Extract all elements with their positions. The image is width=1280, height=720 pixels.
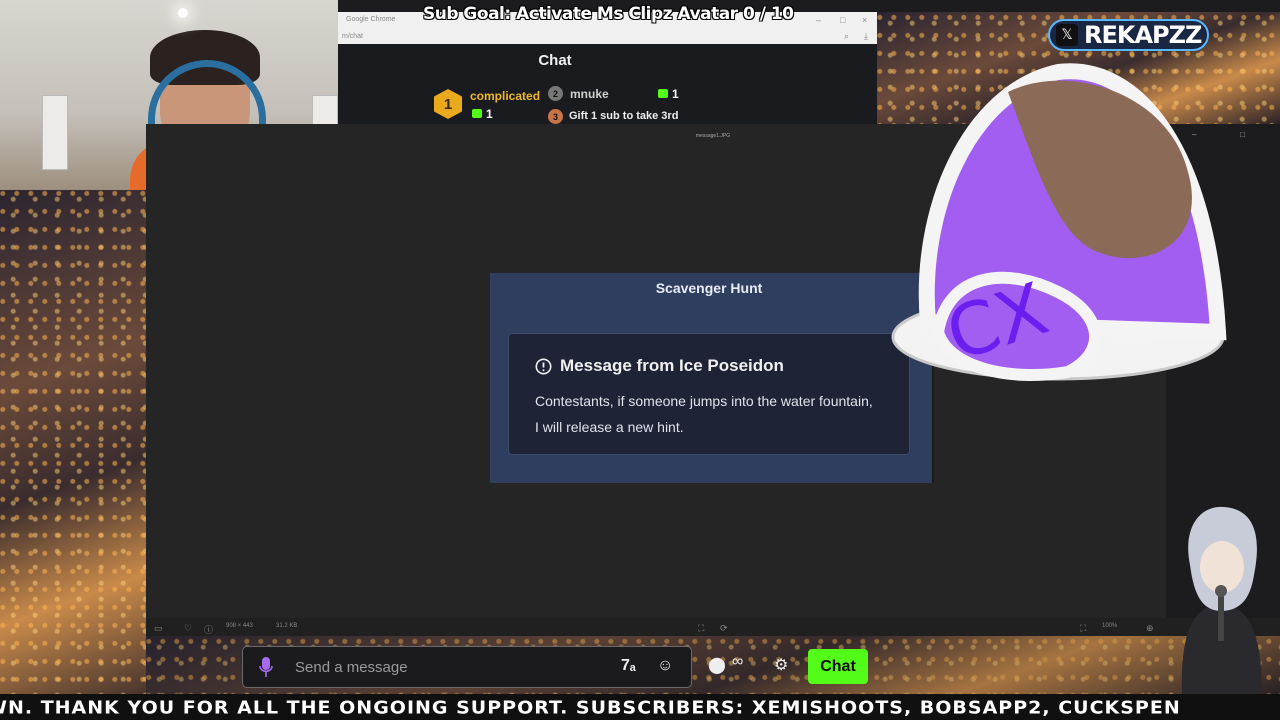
browser-window: Google Chrome m/chat – □ × ⌕ ⤓ Chat 1 co… bbox=[338, 12, 877, 124]
close-icon[interactable]: × bbox=[862, 15, 867, 25]
translate-icon[interactable]: 7ₐ bbox=[621, 657, 636, 675]
viewer-status-bar: ▭ ♡ ⓘ 908 × 443 31.2 KB ⛶ ⟳ ⛶ 100% ⊕ bbox=[146, 618, 1280, 636]
message-heading-text: Message from Ice Poseidon bbox=[560, 356, 784, 375]
image-dimensions: 908 × 443 bbox=[226, 623, 253, 629]
twitter-handle: REKAPZZ bbox=[1084, 21, 1202, 49]
subscriber-ticker: WN. THANK YOU FOR ALL THE ONGOING SUPPOR… bbox=[0, 694, 1280, 720]
leaderboard-count: 1 bbox=[486, 107, 493, 121]
favorite-icon[interactable]: ♡ bbox=[184, 623, 192, 634]
chat-send-button[interactable]: Chat bbox=[808, 649, 868, 684]
vtuber-avatar bbox=[1181, 506, 1262, 695]
leaderboard-count: 1 bbox=[672, 87, 679, 101]
download-icon[interactable]: ⤓ bbox=[864, 31, 868, 42]
crop-icon[interactable]: ⛶ bbox=[698, 623, 704, 634]
modal-title: Scavenger Hunt bbox=[655, 280, 763, 296]
community-icon[interactable]: ⬤ bbox=[708, 655, 726, 675]
ceiling-light bbox=[178, 8, 188, 18]
chat-input[interactable]: Send a message 7ₐ ☺ bbox=[242, 646, 692, 688]
search-icon[interactable]: ⌕ bbox=[844, 31, 849, 42]
rank-1-badge: 1 bbox=[434, 89, 462, 119]
leaderboard-name: complicated bbox=[470, 89, 541, 103]
zoom-in-icon[interactable]: ⊕ bbox=[1146, 623, 1154, 634]
message-body: Contestants, if someone jumps into the w… bbox=[535, 393, 873, 435]
scavenger-hunt-modal: Scavenger Hunt Message from Ice Poseidon… bbox=[490, 273, 934, 483]
gift-icon bbox=[472, 109, 482, 118]
leaderboard-name: mnuke bbox=[570, 87, 609, 101]
leaderboard-prompt: Gift 1 sub to take 3rd bbox=[569, 110, 679, 122]
sub-goal-banner: Sub Goal: Activate Ms Clipz Avatar 0 / 1… bbox=[423, 4, 794, 24]
browser-tab-title[interactable]: Google Chrome bbox=[346, 16, 395, 23]
zoom-level[interactable]: 100% bbox=[1102, 623, 1117, 629]
gift-icon bbox=[658, 89, 668, 98]
viewer-maximize-icon[interactable]: □ bbox=[1240, 130, 1245, 139]
alert-circle-icon bbox=[535, 358, 552, 374]
settings-gear-icon[interactable]: ⚙ bbox=[774, 655, 788, 675]
fit-icon[interactable]: ⛶ bbox=[1080, 623, 1086, 634]
hat-emote: CX bbox=[891, 63, 1227, 381]
thumbnail-icon[interactable]: ▭ bbox=[154, 623, 163, 634]
browser-url[interactable]: m/chat bbox=[342, 33, 363, 40]
maximize-icon[interactable]: □ bbox=[840, 15, 845, 25]
chat-input-placeholder[interactable]: Send a message bbox=[295, 659, 408, 676]
city-background-left bbox=[0, 188, 146, 720]
microphone-icon[interactable] bbox=[259, 657, 273, 677]
infinity-icon[interactable]: ∞ bbox=[732, 653, 743, 671]
image-file-size: 31.2 KB bbox=[276, 623, 298, 629]
emoji-icon[interactable]: ☺ bbox=[657, 657, 673, 675]
x-logo-icon: 𝕏 bbox=[1056, 24, 1078, 46]
message-heading: Message from Ice Poseidon bbox=[535, 356, 784, 376]
stream-frame: Google Chrome m/chat – □ × ⌕ ⤓ Chat 1 co… bbox=[0, 0, 1280, 720]
webcam-door bbox=[42, 95, 68, 170]
rank-2-badge: 2 bbox=[548, 86, 563, 101]
minimize-icon[interactable]: – bbox=[816, 15, 821, 25]
ticker-text: WN. THANK YOU FOR ALL THE ONGOING SUPPOR… bbox=[0, 697, 1181, 719]
twitter-badge: 𝕏 REKAPZZ bbox=[1048, 19, 1210, 51]
leaderboard-title: Chat bbox=[538, 52, 572, 69]
info-icon[interactable]: ⓘ bbox=[204, 623, 213, 636]
rank-3-badge: 3 bbox=[548, 109, 563, 124]
rotate-icon[interactable]: ⟳ bbox=[720, 623, 728, 634]
message-card: Message from Ice Poseidon Contestants, i… bbox=[508, 333, 910, 455]
